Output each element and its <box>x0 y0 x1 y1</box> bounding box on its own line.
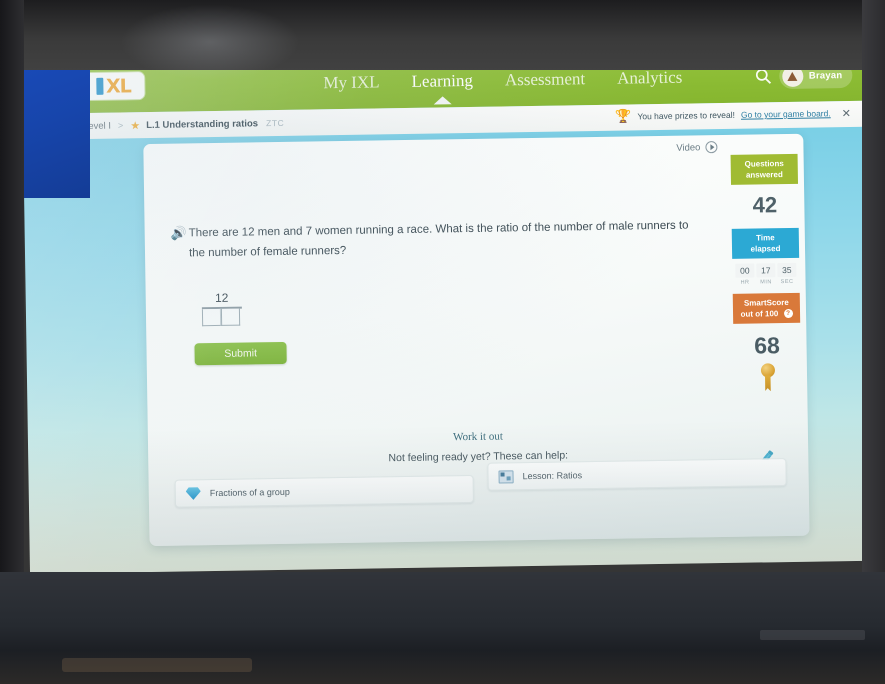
nav-item-learning[interactable]: Learning <box>410 71 474 92</box>
star-icon[interactable]: ★ <box>130 119 140 132</box>
timer-hours-value: 00 <box>735 263 755 278</box>
breadcrumb-separator: > <box>117 120 124 131</box>
smartscore-header[interactable]: SmartScore out of 100 ? <box>732 292 801 324</box>
timer-minutes: 17 MIN <box>756 263 776 286</box>
timer-hours: 00 HR <box>735 263 755 286</box>
timer-hours-unit: HR <box>740 279 750 286</box>
smartscore-value: 68 <box>754 332 781 359</box>
timer-minutes-unit: MIN <box>760 279 772 286</box>
play-circle-icon <box>705 141 718 154</box>
logo-text: XL <box>105 74 131 98</box>
help-card-lesson-ratios[interactable]: Lesson: Ratios <box>487 458 787 491</box>
work-it-out-heading[interactable]: Work it out <box>148 426 808 448</box>
questions-answered-header[interactable]: Questions answered <box>730 153 799 185</box>
lesson-card-icon <box>498 469 514 484</box>
help-cards: Fractions of a group Lesson: Ratios <box>174 458 787 508</box>
help-card-fractions-of-a-group[interactable]: Fractions of a group <box>174 474 474 508</box>
medal-icon <box>734 363 802 402</box>
keyboard-edge <box>62 658 252 672</box>
practice-card: Video 🔊 There are 12 men and 7 women run… <box>143 133 810 547</box>
questions-answered-title-2: answered <box>745 170 783 180</box>
timer-minutes-value: 17 <box>756 263 776 278</box>
browser-screen: XL My IXL Learning Assessment Analytics … <box>22 48 872 574</box>
game-board-link[interactable]: Go to your game board. <box>741 108 831 119</box>
nav-item-analytics[interactable]: Analytics <box>616 68 683 89</box>
fraction-numerator: 12 <box>214 290 229 305</box>
trophy-icon: 🏆 <box>615 108 632 124</box>
question-text: There are 12 men and 7 women running a r… <box>188 219 689 260</box>
user-name: Brayan <box>808 69 843 82</box>
question-mark-icon[interactable]: ? <box>783 308 793 319</box>
keyboard-edge-right <box>760 630 865 640</box>
timer-seconds-unit: SEC <box>780 278 794 286</box>
breadcrumb-skill[interactable]: L.1 Understanding ratios <box>146 118 258 131</box>
timer-seconds-value: 35 <box>777 262 797 278</box>
answer-input-box-2[interactable] <box>220 308 241 326</box>
time-elapsed-title-2: elapsed <box>750 244 781 254</box>
breadcrumb-skill-code: ZTC <box>265 117 285 129</box>
gem-icon <box>186 487 201 500</box>
timer: 00 HR 17 MIN 35 SEC <box>732 258 799 288</box>
timer-seconds: 35 SEC <box>777 262 797 286</box>
video-label: Video <box>676 141 701 154</box>
help-card-label: Fractions of a group <box>209 486 290 499</box>
time-elapsed-header[interactable]: Time elapsed <box>731 227 800 259</box>
smartscore-title-2: out of 100 <box>740 309 779 319</box>
smartscore-title-2-wrap: out of 100 ? <box>735 308 798 320</box>
stats-rail: Questions answered 42 Time elapsed 00 HR… <box>730 153 802 402</box>
prize-banner-text: You have prizes to reveal! <box>637 109 735 122</box>
nav-item-assessment[interactable]: Assessment <box>504 69 587 90</box>
close-icon[interactable]: ✕ <box>842 106 851 119</box>
speaker-icon[interactable]: 🔊 <box>171 225 187 241</box>
monitor-bezel-top <box>0 0 885 70</box>
fraction-answer-widget: 12 <box>201 290 243 327</box>
nav-item-my-ixl[interactable]: My IXL <box>322 72 381 93</box>
submit-button[interactable]: Submit <box>194 341 287 366</box>
help-card-label: Lesson: Ratios <box>522 470 583 482</box>
ixl-logo[interactable]: XL <box>82 72 145 101</box>
logo-bar <box>95 77 104 95</box>
photo-of-monitor: XL My IXL Learning Assessment Analytics … <box>0 0 885 684</box>
answer-input-box-1[interactable] <box>201 308 222 327</box>
fraction-denominator <box>201 308 242 327</box>
questions-answered-value: 42 <box>752 192 778 218</box>
video-link[interactable]: Video <box>676 141 718 154</box>
